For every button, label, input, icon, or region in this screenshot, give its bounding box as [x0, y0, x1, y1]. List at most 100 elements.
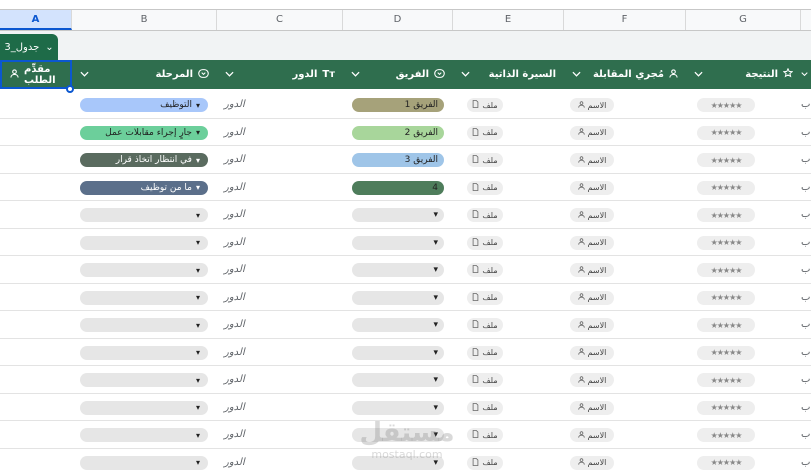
- team-chip[interactable]: ▾: [352, 428, 444, 442]
- role-cell[interactable]: الدور: [224, 284, 264, 311]
- table-row[interactable]: ▾ الدور ▾ ملف الاسم ★★★★★ ب: [0, 311, 811, 339]
- next-column-cell[interactable]: ب: [801, 366, 810, 393]
- rating-stars[interactable]: ★★★★★: [697, 263, 755, 277]
- table-row[interactable]: ▾ الدور ▾ ملف الاسم ★★★★★ ب: [0, 366, 811, 394]
- stage-chip[interactable]: ▾: [80, 345, 208, 360]
- dropdown-arrow-icon[interactable]: ▾: [196, 321, 200, 330]
- role-cell[interactable]: الدور: [224, 421, 264, 448]
- stage-chip[interactable]: ▾: [80, 455, 208, 470]
- next-column-cell[interactable]: ب: [801, 311, 810, 338]
- stage-chip[interactable]: ▾: [80, 318, 208, 332]
- chevron-down-icon[interactable]: [351, 69, 360, 80]
- stage-chip[interactable]: جارٍ إجراء مقابلات عمل ▾: [80, 125, 208, 140]
- dropdown-arrow-icon[interactable]: ▾: [433, 348, 438, 358]
- dropdown-arrow-icon[interactable]: ▾: [196, 458, 200, 467]
- table-row[interactable]: ▾ الدور ▾ ملف الاسم ★★★★★ ب: [0, 449, 811, 475]
- header-resume[interactable]: السيرة الذاتية: [453, 60, 564, 89]
- team-chip[interactable]: 4: [352, 180, 444, 195]
- dropdown-arrow-icon[interactable]: ▾: [433, 430, 438, 440]
- rating-stars[interactable]: ★★★★★: [697, 125, 755, 140]
- role-cell[interactable]: الدور: [224, 229, 264, 256]
- rating-stars[interactable]: ★★★★★: [697, 290, 755, 305]
- resume-chip[interactable]: ملف: [467, 428, 503, 442]
- column-letter-a[interactable]: A: [0, 10, 72, 30]
- next-column-cell[interactable]: ب: [801, 449, 810, 475]
- stage-chip[interactable]: ▾: [80, 373, 208, 387]
- stage-chip[interactable]: ▾: [80, 208, 208, 222]
- role-cell[interactable]: الدور: [224, 256, 264, 283]
- rating-stars[interactable]: ★★★★★: [697, 318, 755, 332]
- stage-chip[interactable]: ▾: [80, 428, 208, 442]
- stage-chip[interactable]: ▾: [80, 263, 208, 277]
- next-column-cell[interactable]: ب: [801, 339, 810, 366]
- resume-chip[interactable]: ملف: [467, 180, 503, 195]
- team-chip[interactable]: الفريق 2: [352, 125, 444, 140]
- interviewer-chip[interactable]: الاسم: [570, 373, 614, 387]
- dropdown-arrow-icon[interactable]: ▾: [433, 265, 438, 275]
- table-tab[interactable]: جدول_3 ⌄: [0, 34, 58, 60]
- header-interviewer[interactable]: مُجري المقابلة: [564, 60, 686, 89]
- table-row[interactable]: ▾ الدور ▾ ملف الاسم ★★★★★ ب: [0, 339, 811, 366]
- column-letter-d[interactable]: D: [343, 10, 453, 30]
- resume-chip[interactable]: ملف: [467, 98, 503, 112]
- dropdown-arrow-icon[interactable]: ▾: [433, 320, 438, 330]
- table-row[interactable]: ▾ الدور ▾ ملف الاسم ★★★★★ ب: [0, 421, 811, 449]
- team-chip[interactable]: ▾: [352, 400, 444, 415]
- next-column-cell[interactable]: ب: [801, 284, 810, 311]
- dropdown-arrow-icon[interactable]: ▾: [196, 266, 200, 275]
- dropdown-arrow-icon[interactable]: ▾: [196, 403, 200, 412]
- table-row[interactable]: ▾ الدور ▾ ملف الاسم ★★★★★ ب: [0, 256, 811, 284]
- rating-stars[interactable]: ★★★★★: [697, 400, 755, 415]
- team-chip[interactable]: ▾: [352, 373, 444, 387]
- chevron-down-icon[interactable]: [461, 69, 470, 80]
- column-letter-b[interactable]: B: [72, 10, 217, 30]
- role-cell[interactable]: الدور: [224, 449, 264, 475]
- chevron-down-icon[interactable]: [801, 69, 808, 80]
- team-chip[interactable]: ▾: [352, 290, 444, 305]
- dropdown-arrow-icon[interactable]: ▾: [196, 183, 200, 192]
- stage-chip[interactable]: ▾: [80, 235, 208, 250]
- table-row[interactable]: ▾ الدور ▾ ملف الاسم ★★★★★ ب: [0, 229, 811, 256]
- next-column-cell[interactable]: ب: [801, 174, 810, 201]
- stage-chip[interactable]: في انتظار اتخاذ قرار ▾: [80, 153, 208, 167]
- interviewer-chip[interactable]: الاسم: [570, 208, 614, 222]
- header-applicant[interactable]: مقدِّم الطلب: [0, 60, 72, 89]
- dropdown-arrow-icon[interactable]: ▾: [196, 238, 200, 247]
- next-column-cell[interactable]: ب: [801, 229, 810, 256]
- role-cell[interactable]: الدور: [224, 311, 264, 338]
- role-cell[interactable]: الدور: [224, 146, 264, 173]
- rating-stars[interactable]: ★★★★★: [697, 455, 755, 470]
- resume-chip[interactable]: ملف: [467, 263, 503, 277]
- chevron-down-icon[interactable]: [80, 69, 89, 80]
- dropdown-arrow-icon[interactable]: ▾: [433, 210, 438, 220]
- header-next-column[interactable]: [801, 60, 811, 89]
- role-cell[interactable]: الدور: [224, 119, 264, 146]
- column-letter-f[interactable]: F: [564, 10, 686, 30]
- stage-chip[interactable]: ما من توظيف ▾: [80, 180, 208, 195]
- resume-chip[interactable]: ملف: [467, 125, 503, 140]
- role-cell[interactable]: الدور: [224, 394, 264, 421]
- dropdown-arrow-icon[interactable]: ▾: [196, 101, 200, 110]
- dropdown-arrow-icon[interactable]: ▾: [196, 376, 200, 385]
- interviewer-chip[interactable]: الاسم: [570, 400, 614, 415]
- table-row[interactable]: ▾ الدور ▾ ملف الاسم ★★★★★ ب: [0, 201, 811, 229]
- team-chip[interactable]: ▾: [352, 318, 444, 332]
- team-chip[interactable]: ▾: [352, 455, 444, 470]
- column-letter-e[interactable]: E: [453, 10, 564, 30]
- rating-stars[interactable]: ★★★★★: [697, 345, 755, 360]
- interviewer-chip[interactable]: الاسم: [570, 455, 614, 470]
- team-chip[interactable]: الفريق 1: [352, 98, 444, 112]
- interviewer-chip[interactable]: الاسم: [570, 125, 614, 140]
- team-chip[interactable]: ▾: [352, 208, 444, 222]
- next-column-cell[interactable]: ب: [801, 394, 810, 421]
- interviewer-chip[interactable]: الاسم: [570, 180, 614, 195]
- rating-stars[interactable]: ★★★★★: [697, 428, 755, 442]
- interviewer-chip[interactable]: الاسم: [570, 235, 614, 250]
- next-column-cell[interactable]: ب: [801, 119, 810, 146]
- dropdown-arrow-icon[interactable]: ▾: [196, 293, 200, 302]
- team-chip[interactable]: الفريق 3: [352, 153, 444, 167]
- dropdown-arrow-icon[interactable]: ▾: [196, 211, 200, 220]
- table-row[interactable]: التوظيف ▾ الدور الفريق 1 ملف الاسم ★★★★★…: [0, 91, 811, 119]
- resume-chip[interactable]: ملف: [467, 153, 503, 167]
- rating-stars[interactable]: ★★★★★: [697, 235, 755, 250]
